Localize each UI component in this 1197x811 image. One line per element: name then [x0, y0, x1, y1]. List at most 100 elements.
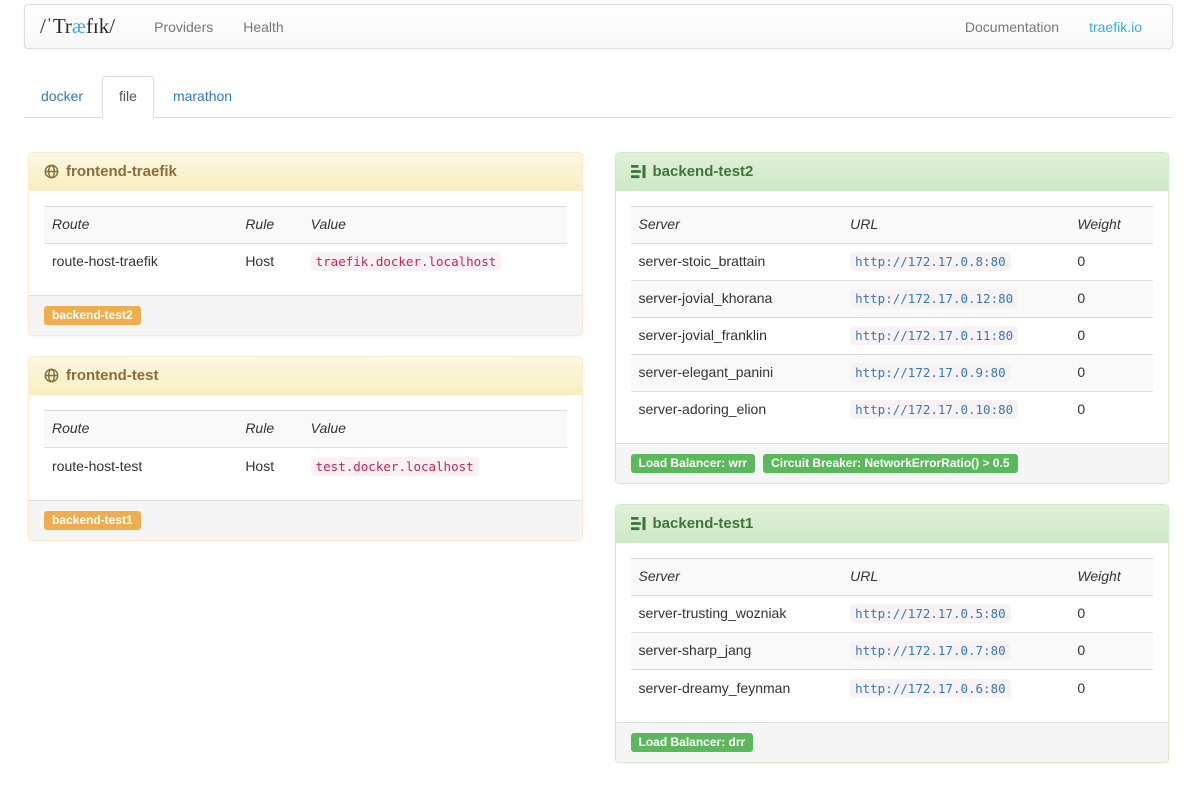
column-header-server: Server — [631, 559, 843, 596]
server-cell: server-adoring_elion — [631, 391, 843, 428]
load-balancer-badge: Load Balancer: drr — [631, 733, 754, 752]
panel-backend-test1: backend-test1 Server URL Weight server-t… — [615, 504, 1170, 762]
server-cell: server-sharp_jang — [631, 633, 843, 670]
panel-body: Route Rule Value route-host-test Host te… — [29, 395, 582, 499]
backends-column: backend-test2 Server URL Weight server-s… — [615, 152, 1170, 783]
backend-table: Server URL Weight server-trusting_woznia… — [631, 558, 1154, 706]
rule-cell: Host — [237, 448, 302, 485]
table-header-row: Server URL Weight — [631, 559, 1154, 596]
table-row: server-dreamy_feynman http://172.17.0.6:… — [631, 670, 1154, 707]
panel-footer: Load Balancer: wrr Circuit Breaker: Netw… — [616, 443, 1169, 483]
server-url-link[interactable]: http://172.17.0.6:80 — [855, 681, 1006, 696]
server-url-link[interactable]: http://172.17.0.5:80 — [855, 606, 1006, 621]
table-header-row: Server URL Weight — [631, 206, 1154, 243]
frontend-table: Route Rule Value route-host-traefik Host… — [44, 206, 567, 280]
server-cell: server-jovial_khorana — [631, 280, 843, 317]
url-cell: http://172.17.0.6:80 — [842, 670, 1069, 707]
server-url-link[interactable]: http://172.17.0.7:80 — [855, 643, 1006, 658]
panel-frontend-test: frontend-test Route Rule Value route-hos… — [28, 356, 583, 540]
column-header-server: Server — [631, 206, 843, 243]
weight-cell: 0 — [1069, 280, 1153, 317]
weight-cell: 0 — [1069, 317, 1153, 354]
table-row: server-trusting_wozniak http://172.17.0.… — [631, 596, 1154, 633]
nav-item-health[interactable]: Health — [228, 7, 298, 47]
panel-heading: backend-test1 — [616, 505, 1169, 543]
globe-icon — [44, 164, 59, 179]
url-cell: http://172.17.0.10:80 — [842, 391, 1069, 428]
rule-cell: Host — [237, 243, 302, 280]
table-row: server-jovial_franklin http://172.17.0.1… — [631, 317, 1154, 354]
column-header-weight: Weight — [1069, 559, 1153, 596]
url-cell: http://172.17.0.9:80 — [842, 354, 1069, 391]
server-url-link[interactable]: http://172.17.0.11:80 — [855, 328, 1013, 343]
panel-footer: Load Balancer: drr — [616, 722, 1169, 762]
provider-tabs: docker file marathon — [24, 76, 1173, 118]
url-cell: http://172.17.0.8:80 — [842, 243, 1069, 280]
table-row: server-adoring_elion http://172.17.0.10:… — [631, 391, 1154, 428]
weight-cell: 0 — [1069, 670, 1153, 707]
nav-item-traefik-io[interactable]: traefik.io — [1074, 7, 1157, 47]
tab-file[interactable]: file — [102, 76, 154, 118]
nav-item-providers[interactable]: Providers — [139, 7, 228, 47]
server-url-link[interactable]: http://172.17.0.10:80 — [855, 402, 1013, 417]
panel-body: Route Rule Value route-host-traefik Host… — [29, 191, 582, 295]
url-cell: http://172.17.0.12:80 — [842, 280, 1069, 317]
frontends-column: frontend-traefik Route Rule Value route-… — [28, 152, 583, 561]
table-row: route-host-test Host test.docker.localho… — [44, 448, 567, 485]
tab-docker[interactable]: docker — [24, 76, 100, 118]
load-balancer-badge: Load Balancer: wrr — [631, 454, 756, 473]
server-cell: server-dreamy_feynman — [631, 670, 843, 707]
rule-value-code: test.docker.localhost — [311, 457, 479, 476]
server-cell: server-trusting_wozniak — [631, 596, 843, 633]
panel-backend-test2: backend-test2 Server URL Weight server-s… — [615, 152, 1170, 484]
circuit-breaker-badge: Circuit Breaker: NetworkErrorRatio() > 0… — [763, 454, 1017, 473]
table-header-row: Route Rule Value — [44, 206, 567, 243]
panel-heading: backend-test2 — [616, 153, 1169, 191]
weight-cell: 0 — [1069, 596, 1153, 633]
navbar-right: Documentation traefik.io — [950, 7, 1157, 47]
weight-cell: 0 — [1069, 354, 1153, 391]
tab-marathon[interactable]: marathon — [156, 76, 249, 118]
column-header-value: Value — [303, 206, 567, 243]
value-cell: traefik.docker.localhost — [303, 243, 567, 280]
panel-heading: frontend-traefik — [29, 153, 582, 191]
url-cell: http://172.17.0.5:80 — [842, 596, 1069, 633]
panel-title: backend-test1 — [653, 515, 754, 532]
panel-frontend-traefik: frontend-traefik Route Rule Value route-… — [28, 152, 583, 336]
rule-value-code: traefik.docker.localhost — [311, 252, 502, 271]
servers-icon — [631, 164, 646, 179]
weight-cell: 0 — [1069, 391, 1153, 428]
table-header-row: Route Rule Value — [44, 411, 567, 448]
table-row: server-sharp_jang http://172.17.0.7:80 0 — [631, 633, 1154, 670]
globe-icon — [44, 368, 59, 383]
route-cell: route-host-traefik — [44, 243, 237, 280]
server-url-link[interactable]: http://172.17.0.12:80 — [855, 291, 1013, 306]
servers-icon — [631, 516, 646, 531]
panel-body: Server URL Weight server-stoic_brattain … — [616, 191, 1169, 443]
url-cell: http://172.17.0.11:80 — [842, 317, 1069, 354]
table-row: server-stoic_brattain http://172.17.0.8:… — [631, 243, 1154, 280]
column-header-route: Route — [44, 411, 237, 448]
brand-post: fɪk/ — [86, 14, 115, 38]
column-header-url: URL — [842, 206, 1069, 243]
content: frontend-traefik Route Rule Value route-… — [28, 152, 1169, 783]
panel-title: backend-test2 — [653, 163, 754, 180]
column-header-rule: Rule — [237, 411, 302, 448]
column-header-weight: Weight — [1069, 206, 1153, 243]
backend-table: Server URL Weight server-stoic_brattain … — [631, 206, 1154, 428]
route-cell: route-host-test — [44, 448, 237, 485]
nav-item-documentation[interactable]: Documentation — [950, 7, 1074, 47]
value-cell: test.docker.localhost — [303, 448, 567, 485]
weight-cell: 0 — [1069, 633, 1153, 670]
server-url-link[interactable]: http://172.17.0.9:80 — [855, 365, 1006, 380]
server-cell: server-stoic_brattain — [631, 243, 843, 280]
traefik-logo[interactable]: /ˈTræfɪk/ — [40, 14, 115, 39]
server-url-link[interactable]: http://172.17.0.8:80 — [855, 254, 1006, 269]
column-header-url: URL — [842, 559, 1069, 596]
frontend-table: Route Rule Value route-host-test Host te… — [44, 410, 567, 484]
table-row: server-elegant_panini http://172.17.0.9:… — [631, 354, 1154, 391]
weight-cell: 0 — [1069, 243, 1153, 280]
panel-title: frontend-test — [66, 367, 159, 384]
column-header-value: Value — [303, 411, 567, 448]
navbar: /ˈTræfɪk/ Providers Health Documentation… — [24, 4, 1173, 49]
